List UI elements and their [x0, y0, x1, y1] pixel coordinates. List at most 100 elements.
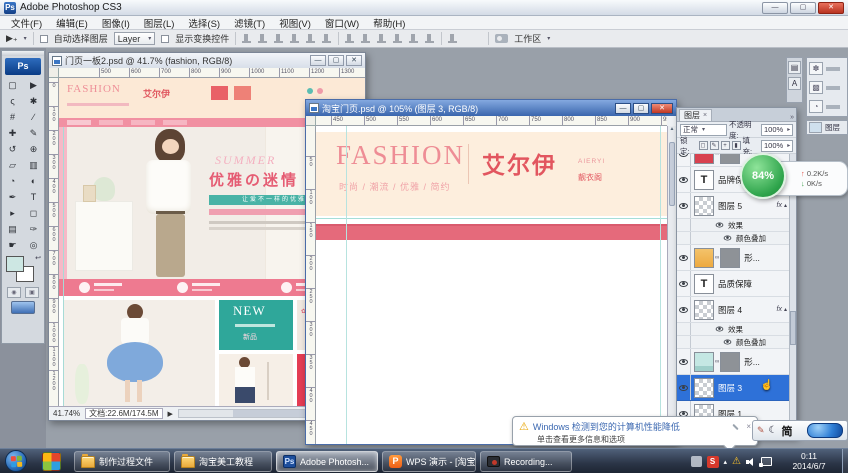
distribute-bottom-icon[interactable] [377, 34, 387, 43]
ime-toolbar[interactable]: ✎ ☾ 简 [752, 420, 848, 441]
layer-row[interactable]: ∞ 形... fx ▴ ☝ [677, 349, 789, 375]
ime-fullhalf-icon[interactable]: ☾ [769, 425, 778, 436]
tool-button[interactable]: ◐ [23, 173, 44, 189]
tool-button[interactable]: ς [2, 93, 23, 109]
tool-button[interactable]: ☛ [2, 237, 23, 253]
doc1-maximize-icon[interactable]: ▢ [328, 55, 344, 66]
layer-mask-thumbnail[interactable] [720, 248, 740, 268]
align-top-icon[interactable] [290, 34, 300, 43]
histogram-panel-icon[interactable]: ▩ [809, 81, 823, 94]
performance-ball[interactable]: 84% [740, 153, 786, 199]
show-hidden-icons[interactable]: ▴ [724, 458, 728, 466]
fx-collapse-icon[interactable]: ▴ [784, 202, 787, 209]
taskbar-clock[interactable]: 0:11 2014/6/7 [780, 451, 838, 471]
menu-item[interactable]: 选择(S) [181, 16, 227, 30]
tool-button[interactable]: ▸ [2, 205, 23, 221]
visibility-toggle[interactable] [677, 245, 691, 270]
tray-warning-icon[interactable]: ⚠ [732, 457, 741, 467]
troubleshoot-icon[interactable] [733, 423, 739, 429]
menu-item[interactable]: 文件(F) [4, 16, 49, 30]
layer-thumbnail[interactable] [694, 300, 714, 320]
tool-button[interactable]: ▢ [2, 77, 23, 93]
visibility-toggle[interactable] [677, 336, 691, 348]
layer-row[interactable]: ∞ 图层 4 fx ▴ ☝ [677, 297, 789, 323]
menu-item[interactable]: 视图(V) [272, 16, 318, 30]
taskbar-button[interactable]: 淘宝美工教程 [174, 451, 272, 472]
foreground-color-swatch[interactable] [6, 256, 24, 272]
screen-mode-button[interactable] [11, 301, 35, 314]
menu-item[interactable]: 图层(L) [137, 16, 182, 30]
pinned-app-icon[interactable] [42, 452, 61, 471]
ime-brand-logo[interactable] [807, 423, 843, 438]
taskbar-button[interactable]: WPS 演示 - [淘宝... [382, 451, 476, 472]
layer-mask-thumbnail[interactable] [720, 154, 740, 164]
layer-thumbnail[interactable] [694, 352, 714, 372]
tool-button[interactable]: ✒ [2, 189, 23, 205]
auto-select-mode-dropdown[interactable]: Layer▾ [114, 32, 156, 45]
brushes-panel-icon[interactable]: ▤ [788, 61, 801, 74]
tab-layers[interactable]: 图层 × [679, 109, 712, 121]
tool-button[interactable]: ✱ [23, 93, 44, 109]
effect-eye-icon[interactable] [724, 339, 732, 344]
lock-pixels-icon[interactable]: ✎ [710, 141, 719, 150]
fx-collapse-icon[interactable]: ▴ [784, 306, 787, 313]
distribute-middle-icon[interactable] [361, 34, 371, 43]
align-right-icon[interactable] [274, 34, 284, 43]
tool-button[interactable]: ✚ [2, 125, 23, 141]
tool-button[interactable]: ▶ [23, 77, 44, 93]
doc1-minimize-icon[interactable]: — [310, 55, 326, 66]
tool-preset-caret-icon[interactable]: ▾ [24, 35, 27, 42]
layer-row[interactable]: ∞ 形... fx ▴ ☝ [677, 245, 789, 271]
doc2-canvas[interactable]: FASHION 时尚 / 潮流 / 优雅 / 简约 艾尔伊 AIERYI 靓衣阁 [316, 126, 667, 444]
tool-button[interactable]: # [2, 109, 23, 125]
menu-item[interactable]: 图像(I) [95, 16, 137, 30]
visibility-toggle[interactable] [677, 193, 691, 218]
taskbar-button[interactable]: Adobe Photosh... [276, 451, 378, 472]
auto-select-checkbox[interactable] [40, 35, 48, 43]
notification-balloon[interactable]: ⚠ Windows 检测到您的计算机性能降低 × 单击查看更多信息和选项 [512, 416, 758, 446]
tool-button[interactable]: ✎ [23, 125, 44, 141]
visibility-toggle[interactable] [677, 349, 691, 374]
visibility-toggle[interactable] [677, 154, 691, 166]
layer-thumbnail[interactable] [694, 274, 714, 294]
info-panel-icon[interactable]: ◔ [809, 100, 823, 113]
layer-thumbnail[interactable] [694, 196, 714, 216]
tool-button[interactable]: ◔ [2, 173, 23, 189]
distribute-top-icon[interactable] [345, 34, 355, 43]
restore-button[interactable]: ▢ [790, 2, 816, 14]
status-arrow-icon[interactable]: ▶ [168, 410, 173, 418]
align-middle-icon[interactable] [306, 34, 316, 43]
lock-all-icon[interactable]: ▮ [732, 141, 741, 150]
layer-thumbnail[interactable] [694, 154, 714, 164]
doc1-title-bar[interactable]: 门页一板2.psd @ 41.7% (fashion, RGB/8) — ▢ ✕ [49, 53, 365, 68]
layer-thumbnail[interactable] [694, 170, 714, 190]
doc2-title-bar[interactable]: 淘宝门页.psd @ 105% (图层 3, RGB/8) — ▢ ✕ [306, 100, 676, 116]
align-center-icon[interactable] [258, 34, 268, 43]
tool-button[interactable]: ◻ [23, 205, 44, 221]
minimize-button[interactable]: — [762, 2, 788, 14]
layer-row[interactable]: ∞ 图层 3 fx ▴ ☝ [677, 375, 789, 401]
lock-transparent-icon[interactable]: ◻ [699, 141, 708, 150]
doc2-maximize-icon[interactable]: ▢ [633, 103, 649, 114]
layer-row[interactable]: ∞ 效果 fx ▴ ☝ [677, 323, 789, 336]
start-button[interactable] [5, 450, 27, 472]
layer-thumbnail[interactable] [694, 378, 714, 398]
ime-pen-icon[interactable]: ✎ [757, 425, 765, 436]
doc2-vertical-scrollbar[interactable]: ▲ ▼ [667, 126, 676, 444]
layer-comps-dock[interactable]: 图层 [806, 120, 848, 135]
scroll-up-icon[interactable]: ▲ [668, 126, 676, 132]
toolbox-grip[interactable] [2, 51, 44, 56]
network-icon[interactable] [761, 457, 772, 466]
layer-thumbnail[interactable] [694, 248, 714, 268]
show-transform-checkbox[interactable] [161, 35, 169, 43]
align-left-icon[interactable] [242, 34, 252, 43]
tool-button[interactable]: T [23, 189, 44, 205]
tab-close-icon[interactable]: × [703, 112, 707, 119]
opacity-field[interactable]: 100%▸ [761, 124, 793, 136]
tray-app-icon[interactable] [691, 456, 702, 467]
menu-item[interactable]: 滤镜(T) [227, 16, 272, 30]
visibility-toggle[interactable] [677, 167, 691, 192]
layer-row[interactable]: ∞ 效果 fx ▴ ☝ [677, 219, 789, 232]
tool-button[interactable]: ⊕ [23, 141, 44, 157]
swap-colors-icon[interactable]: ↩ [35, 254, 41, 262]
